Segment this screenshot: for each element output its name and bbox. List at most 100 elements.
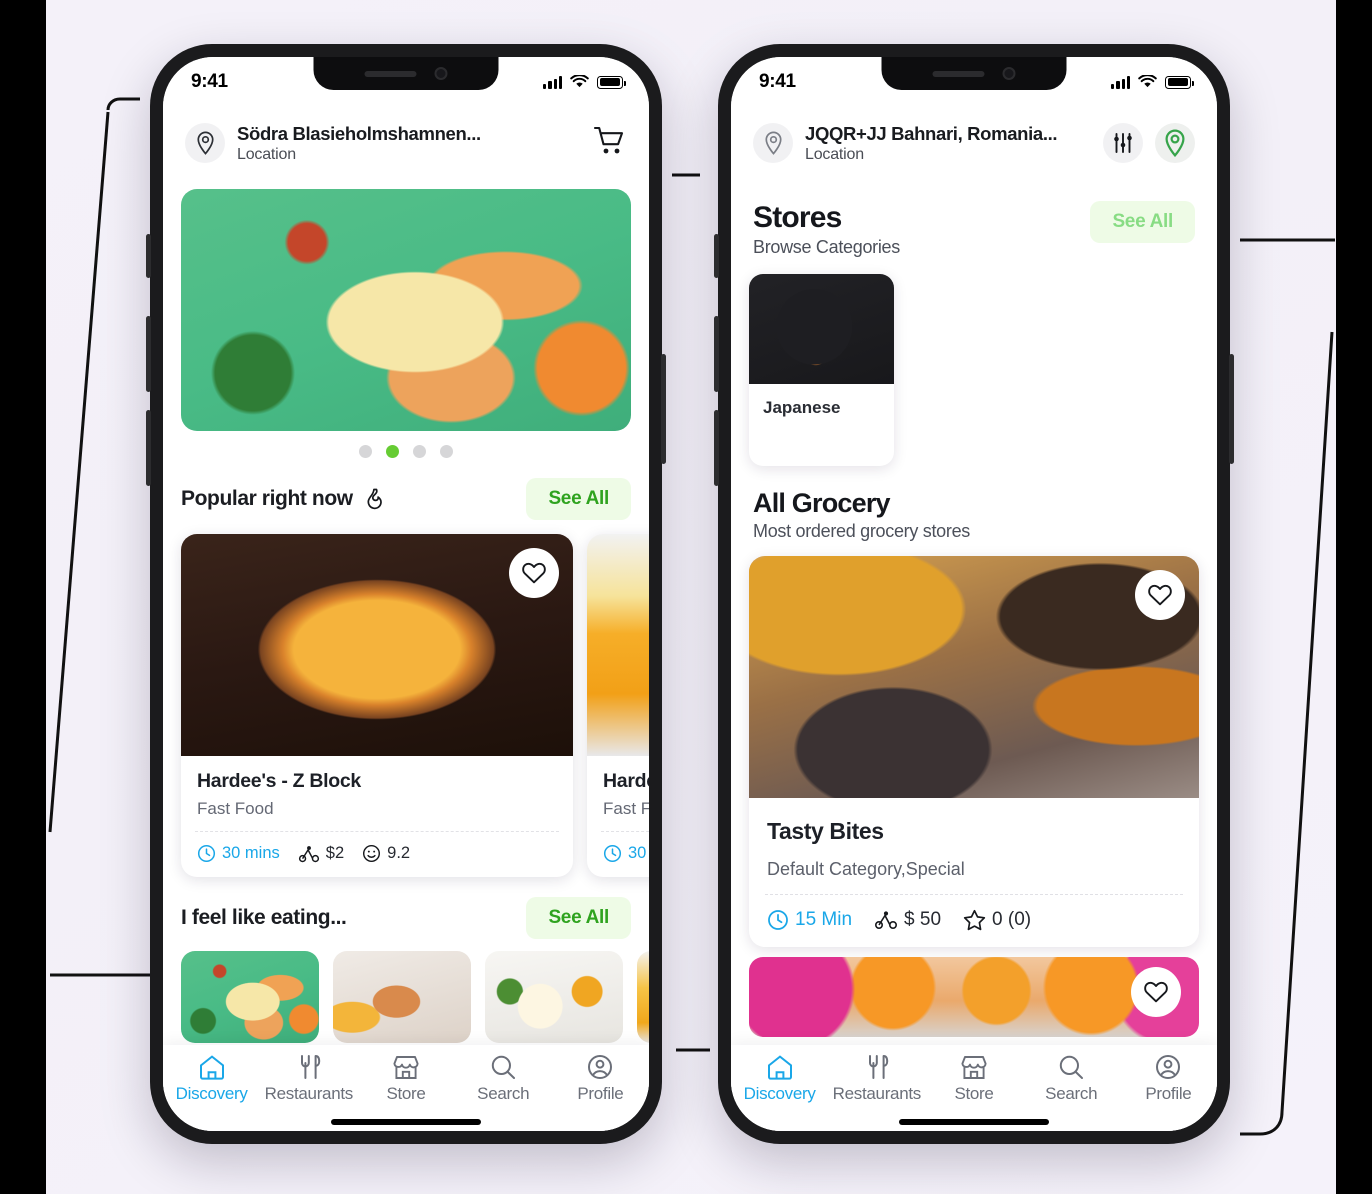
delivery-time-stat: 30 mins xyxy=(197,844,280,863)
phone-notch xyxy=(313,57,499,90)
phone-volume-down-button xyxy=(146,410,151,486)
tab-label: Store xyxy=(954,1084,994,1103)
tab-label: Profile xyxy=(577,1084,624,1103)
category-card-label: Japanese xyxy=(763,398,841,417)
location-title: JQQR+JJ Bahnari, Romania... xyxy=(805,122,1058,144)
store-name: Tasty Bites xyxy=(767,818,884,844)
eating-thumbs-row[interactable] xyxy=(163,939,649,1043)
tab-search[interactable]: Search xyxy=(455,1053,552,1104)
status-icon-group xyxy=(543,75,626,89)
eating-thumb[interactable] xyxy=(181,951,319,1043)
user-circle-icon xyxy=(1156,1055,1181,1079)
clock-icon xyxy=(197,844,216,863)
delivery-time-stat: 15 Min xyxy=(767,909,852,931)
eating-thumb[interactable] xyxy=(333,951,471,1043)
phone-mockup-right: 9:41 JQQR+JJ Bahnari, Romania... Locatio… xyxy=(714,44,1234,1144)
clock-icon xyxy=(768,910,788,930)
stores-title: Stores xyxy=(753,201,842,234)
stores-see-all-button[interactable]: See All xyxy=(1090,201,1195,243)
tab-label: Restaurants xyxy=(832,1084,922,1103)
delivery-fee-stat: $ 50 xyxy=(874,909,941,931)
restaurant-card-meta: Hardee's - Z Block Fast Food xyxy=(181,756,573,819)
heart-outline-icon[interactable] xyxy=(1131,967,1181,1017)
letterbox-right xyxy=(1336,0,1372,1194)
home-indicator xyxy=(331,1119,481,1125)
eating-section-header: I feel like eating... See All xyxy=(163,877,649,939)
carousel-dots[interactable] xyxy=(163,445,649,458)
cellular-bars-icon xyxy=(1111,75,1130,89)
shopping-cart-icon[interactable] xyxy=(593,125,627,162)
tab-search[interactable]: Search xyxy=(1023,1053,1120,1104)
grocery-section-header: All Grocery Most ordered grocery stores xyxy=(731,466,1217,542)
restaurant-category: Fast Food xyxy=(197,799,274,818)
carousel-dot[interactable] xyxy=(359,445,372,458)
wifi-icon xyxy=(1138,75,1157,88)
fork-knife-icon xyxy=(300,1055,320,1079)
restaurant-category: Fast Fo xyxy=(603,799,649,818)
location-title: Södra Blasieholmshamnen... xyxy=(237,122,481,144)
category-card-japanese[interactable]: Japanese xyxy=(749,274,894,466)
map-pin-green-icon[interactable] xyxy=(1155,123,1195,163)
front-camera-icon xyxy=(1002,67,1016,80)
phone-side-button xyxy=(714,234,719,278)
tab-label: Profile xyxy=(1145,1084,1192,1103)
popular-cards-row[interactable]: Hardee's - Z Block Fast Food 30 mins $2 … xyxy=(163,520,649,877)
location-pin-icon[interactable] xyxy=(185,123,225,163)
restaurant-card[interactable]: Harde Fast Fo 30 m xyxy=(587,534,649,877)
phone-power-button xyxy=(661,354,666,464)
store-category: Default Category,Special xyxy=(767,859,965,879)
restaurant-name: Hardee's - Z Block xyxy=(197,770,361,792)
store-card[interactable]: Tasty Bites Default Category,Special 15 … xyxy=(749,556,1199,947)
screenshot-canvas: 9:41 Södra Blasieholmshamnen... Location… xyxy=(0,0,1372,1194)
wifi-icon xyxy=(570,75,589,88)
letterbox-left xyxy=(0,0,46,1194)
stores-section-header: Stores Browse Categories See All xyxy=(731,183,1217,258)
app-header-right: JQQR+JJ Bahnari, Romania... Location xyxy=(731,103,1217,183)
tab-profile[interactable]: Profile xyxy=(552,1053,649,1104)
eating-thumb[interactable] xyxy=(637,951,649,1043)
restaurant-card-stats: 30 m xyxy=(587,832,649,877)
tab-discovery[interactable]: Discovery xyxy=(163,1053,260,1104)
location-pin-icon[interactable] xyxy=(753,123,793,163)
battery-full-icon xyxy=(1165,75,1194,89)
rating-value: 9.2 xyxy=(387,844,411,862)
eating-thumb[interactable] xyxy=(485,951,623,1043)
restaurant-card-image xyxy=(587,534,649,756)
restaurant-card-meta: Harde Fast Fo xyxy=(587,756,649,819)
fork-knife-icon xyxy=(868,1055,888,1079)
hero-carousel-slide[interactable] xyxy=(181,189,631,431)
sliders-filter-icon[interactable] xyxy=(1103,123,1143,163)
tab-restaurants[interactable]: Restaurants xyxy=(828,1053,925,1104)
popular-section-header: Popular right now See All xyxy=(163,458,649,520)
phone-volume-down-button xyxy=(714,410,719,486)
location-text-block[interactable]: Södra Blasieholmshamnen... Location xyxy=(237,123,581,164)
eating-see-all-button[interactable]: See All xyxy=(526,897,631,939)
earpiece-speaker xyxy=(932,70,985,77)
heart-outline-icon[interactable] xyxy=(509,548,559,598)
tab-restaurants[interactable]: Restaurants xyxy=(260,1053,357,1104)
popular-see-all-button[interactable]: See All xyxy=(526,478,631,520)
tab-discovery[interactable]: Discovery xyxy=(731,1053,828,1104)
delivery-time-stat: 30 m xyxy=(603,844,649,863)
tab-store[interactable]: Store xyxy=(925,1053,1022,1104)
phone-power-button xyxy=(1229,354,1234,464)
carousel-dot[interactable] xyxy=(440,445,453,458)
stores-title-block: Stores Browse Categories xyxy=(753,201,900,258)
carousel-dot[interactable] xyxy=(413,445,426,458)
tab-store[interactable]: Store xyxy=(357,1053,454,1104)
phone-notch xyxy=(881,57,1067,90)
location-text-block[interactable]: JQQR+JJ Bahnari, Romania... Location xyxy=(805,123,1091,164)
cellular-bars-icon xyxy=(543,75,562,89)
status-clock: 9:41 xyxy=(191,71,228,92)
carousel-dot-active[interactable] xyxy=(386,445,399,458)
restaurant-card[interactable]: Hardee's - Z Block Fast Food 30 mins $2 … xyxy=(181,534,573,877)
restaurant-card-image xyxy=(181,534,573,756)
category-card-image xyxy=(749,274,894,384)
restaurant-name: Harde xyxy=(603,770,649,792)
store-card[interactable] xyxy=(749,957,1199,1037)
scroll-body-left[interactable]: Popular right now See All Hardee's - Z B… xyxy=(163,183,649,1131)
scroll-body-right[interactable]: Stores Browse Categories See All Japanes… xyxy=(731,183,1217,1131)
tab-profile[interactable]: Profile xyxy=(1120,1053,1217,1104)
smiley-icon xyxy=(363,844,381,863)
heart-outline-icon[interactable] xyxy=(1135,570,1185,620)
